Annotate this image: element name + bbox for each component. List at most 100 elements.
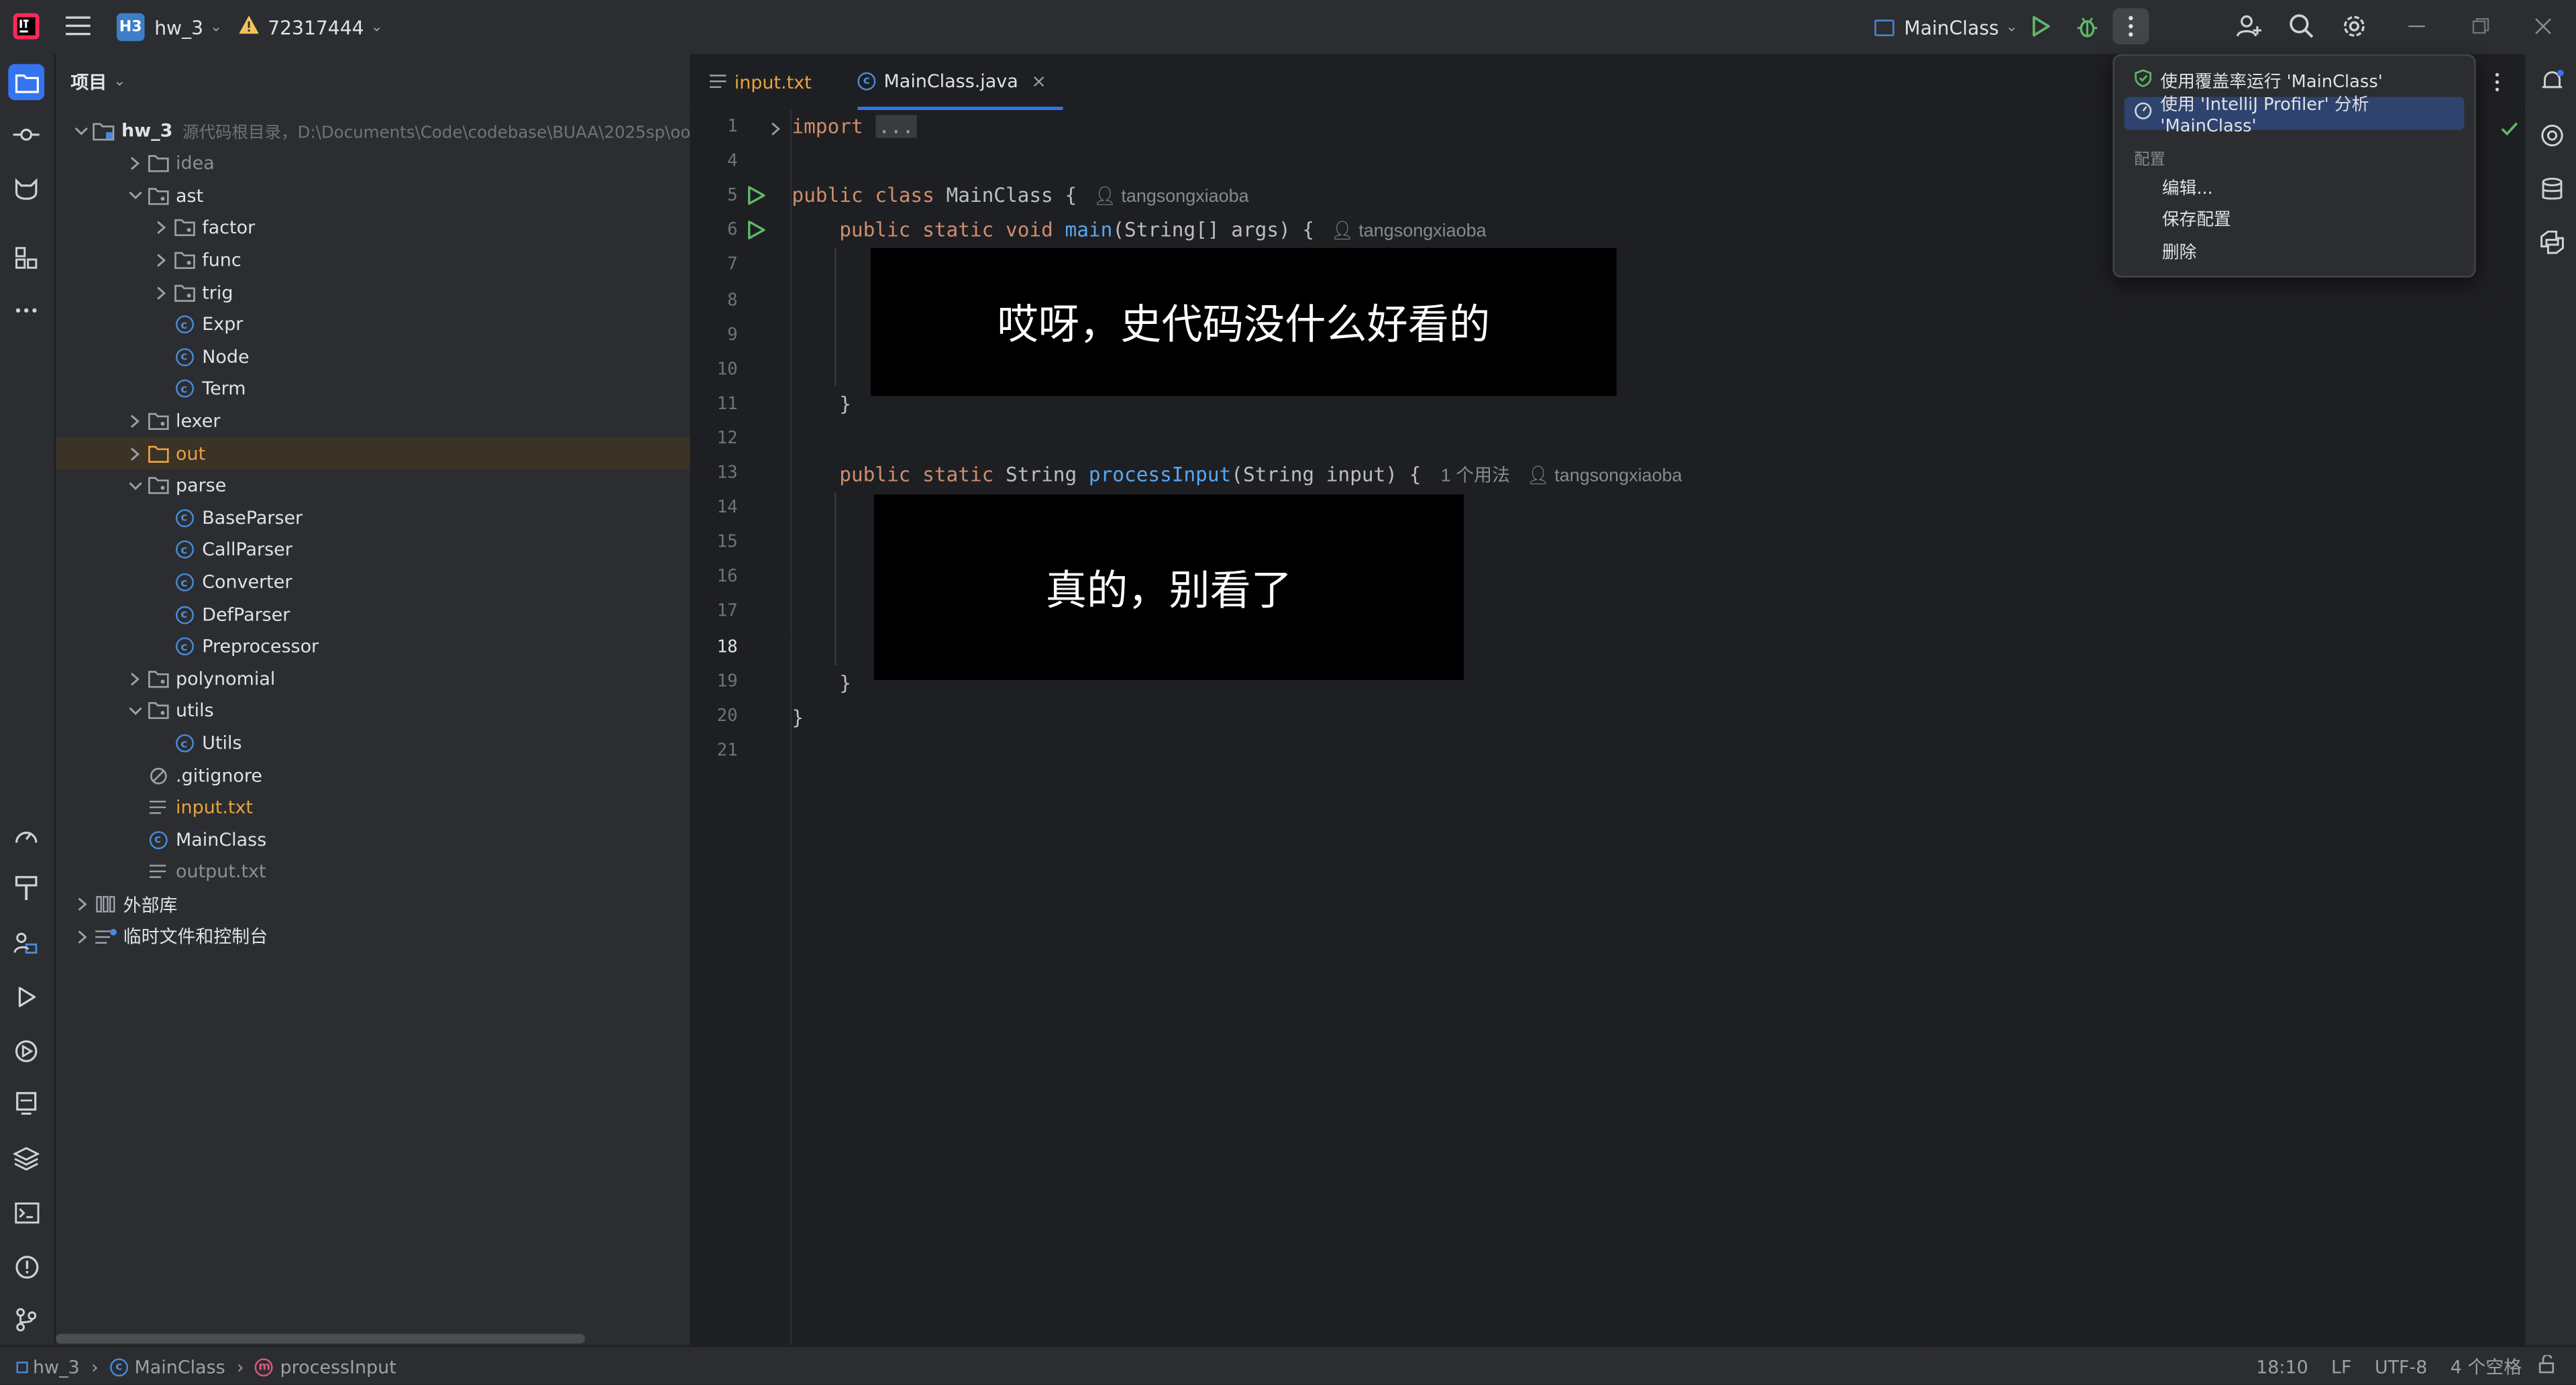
line-number[interactable]: 20 [692,700,738,734]
menu-item-delete[interactable]: 删除 [2125,235,2465,268]
line-number[interactable]: 19 [692,665,738,699]
line-separator[interactable]: LF [2331,1356,2352,1378]
ai-assistant-icon[interactable] [2535,118,2568,151]
breadcrumb-class[interactable]: MainClass [135,1356,225,1378]
tree-item-idea[interactable]: idea [56,148,690,180]
tab-mainclass-java[interactable]: c MainClass.java × [857,54,1063,111]
fold-chevron-icon[interactable] [771,120,781,142]
intellij-logo-icon[interactable] [8,8,44,44]
run-button[interactable] [2023,8,2059,44]
profiler-icon[interactable] [10,820,43,852]
line-number[interactable]: 8 [692,283,737,317]
line-number[interactable]: 14 [692,491,738,525]
tree-item-out[interactable]: out [56,437,690,470]
main-menu-icon[interactable] [61,8,97,44]
git-branch-icon[interactable] [10,1303,43,1335]
chevron-collapsed-icon[interactable] [123,152,146,175]
project-switcher[interactable]: H3 hw_3 ⌄ [116,0,222,54]
read-only-lock-icon[interactable] [2538,1354,2557,1378]
chevron-collapsed-icon[interactable] [123,667,146,690]
git-cat-icon[interactable] [10,172,43,205]
tree-item-defparser[interactable]: c DefParser [56,598,690,630]
vcs-widget[interactable]: 72317444 ⌄ [238,0,383,54]
line-number[interactable]: 1 [692,110,737,144]
no-problems-check-icon[interactable] [2500,120,2518,142]
run-tool-icon[interactable] [10,981,43,1013]
chevron-expanded-icon[interactable] [70,119,92,142]
chevron-collapsed-icon[interactable] [70,925,93,948]
tree-item-output-txt[interactable]: output.txt [56,856,690,888]
chevron-expanded-icon[interactable] [123,474,146,497]
chevron-expanded-icon[interactable] [123,700,146,722]
structure-icon[interactable] [10,241,43,274]
tree-item-parse[interactable]: parse [56,469,690,502]
chevron-expanded-icon[interactable] [123,184,146,207]
settings-gear-icon[interactable] [2336,8,2372,44]
usage-hint[interactable]: 1 个用法 [1441,467,1510,486]
layers-icon[interactable] [10,1142,43,1174]
indent-setting[interactable]: 4 个空格 [2451,1353,2522,1380]
line-number[interactable]: 17 [692,595,738,629]
line-number[interactable]: 21 [692,734,738,768]
run-config-selector[interactable]: MainClass ⌄ [1874,0,2018,54]
python-console-icon[interactable] [2535,225,2568,258]
chevron-collapsed-icon[interactable] [70,893,93,916]
tree-item-callparser[interactable]: c CallParser [56,534,690,566]
build-hammer-icon[interactable] [10,872,43,905]
tree-item-polynomial[interactable]: polynomial [56,663,690,695]
tree-item-input-txt[interactable]: input.txt [56,791,690,824]
more-actions-button[interactable] [2112,8,2149,45]
endpoints-icon[interactable] [10,1087,43,1120]
more-tools-icon[interactable] [10,294,43,327]
menu-item-save-config[interactable]: 保存配置 [2125,202,2465,235]
problems-icon[interactable] [10,1250,43,1283]
chevron-collapsed-icon[interactable] [150,281,172,304]
tab-input-txt[interactable]: input.txt [709,54,812,110]
tree-item-baseparser[interactable]: c BaseParser [56,502,690,534]
tree-item-node[interactable]: c Node [56,341,690,373]
tree-item-[interactable]: 外部库 [56,888,690,920]
tab-options-icon[interactable] [2479,64,2516,101]
chevron-collapsed-icon[interactable] [150,217,172,239]
chevron-collapsed-icon[interactable] [123,410,146,433]
tree-item-[interactable]: 临时文件和控制台 [56,920,690,952]
project-tool-folder-icon[interactable] [8,64,45,101]
menu-item-profiler[interactable]: 使用 'IntelliJ Profiler' 分析 'MainClass' [2124,95,2465,135]
line-number[interactable]: 5 [692,179,737,213]
line-number[interactable]: 7 [692,249,737,283]
tree-item-ast[interactable]: ast [56,180,690,212]
line-number[interactable]: 15 [692,526,738,560]
tree-item-utils[interactable]: c Utils [56,727,690,759]
line-number[interactable]: 6 [692,214,737,248]
close-window-icon[interactable] [2525,8,2561,44]
tree-item-func[interactable]: func [56,244,690,276]
tree-item-expr[interactable]: c Expr [56,309,690,341]
menu-item-edit[interactable]: 编辑... [2125,171,2465,204]
file-encoding[interactable]: UTF-8 [2375,1356,2428,1378]
line-number[interactable]: 18 [692,630,738,664]
notifications-bell-icon[interactable] [2535,64,2568,97]
tree-item-lexer[interactable]: lexer [56,405,690,437]
close-tab-icon[interactable]: × [1031,70,1046,91]
chevron-down-icon[interactable]: ⌄ [113,74,125,90]
tree-item-preprocessor[interactable]: c Preprocessor [56,630,690,663]
line-number[interactable]: 9 [692,318,737,352]
line-number[interactable]: 4 [692,145,737,179]
minimize-icon[interactable] [2399,8,2435,44]
tree-item-trig[interactable]: trig [56,276,690,309]
line-number[interactable]: 11 [692,387,738,421]
tree-item-gitignore[interactable]: .gitignore [56,759,690,791]
database-icon[interactable] [2535,172,2568,205]
line-number[interactable]: 16 [692,561,738,595]
search-icon[interactable] [2284,8,2320,44]
tree-item-converter[interactable]: c Converter [56,566,690,598]
breadcrumb-project[interactable]: hw_3 [33,1356,80,1378]
line-number[interactable]: 10 [692,353,738,387]
run-gutter-icon[interactable] [746,220,765,245]
debug-tool-icon[interactable] [10,1035,43,1068]
project-panel-title[interactable]: 项目 [70,69,107,95]
debug-button[interactable] [2068,8,2104,44]
commit-icon[interactable] [10,118,43,151]
tree-item-utils[interactable]: utils [56,695,690,727]
run-gutter-icon[interactable] [746,186,765,211]
